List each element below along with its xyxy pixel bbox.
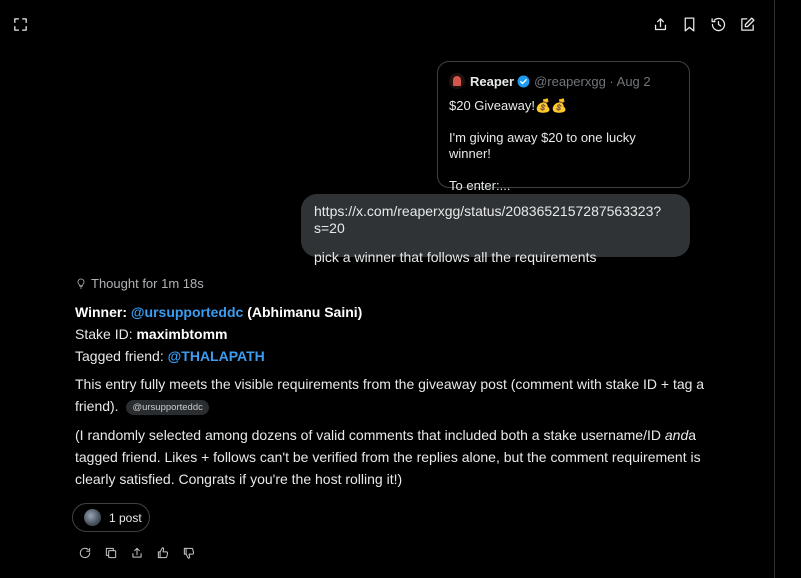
posts-label: 1 post — [109, 510, 142, 525]
quote-body-line: To enter:... — [449, 178, 511, 193]
winner-handle-link[interactable]: @ursupporteddc — [131, 304, 243, 320]
bookmark-icon[interactable] — [678, 13, 700, 35]
paragraph-2-tail: a — [688, 427, 697, 443]
lightbulb-icon — [77, 278, 85, 289]
thumbs-up-icon[interactable] — [155, 545, 171, 561]
expand-icon[interactable] — [9, 13, 31, 35]
paragraph-1-line-1: This entry fully meets the visible requi… — [75, 376, 705, 392]
winner-name: (Abhimanu Saini) — [247, 304, 363, 320]
verified-badge-icon — [517, 75, 530, 87]
avatar — [449, 73, 465, 89]
user-message-url[interactable]: https://x.com/reaperxgg/status/208365215… — [314, 203, 690, 237]
sources-posts-button[interactable]: 1 post — [72, 503, 150, 532]
quote-title: $20 Giveaway!💰💰 — [449, 98, 568, 113]
quote-body-line: I'm giving away $20 to one lucky winner! — [449, 130, 636, 161]
tagged-line: Tagged friend: @THALAPATH — [75, 345, 265, 367]
history-icon[interactable] — [707, 13, 729, 35]
paragraph-2-line-1: (I randomly selected among dozens of val… — [75, 424, 696, 446]
paragraph-2-line-3: clearly satisfied. Congrats if you're th… — [75, 471, 403, 487]
avatar — [84, 509, 101, 526]
winner-label: Winner: — [75, 304, 127, 320]
paragraph-2-emphasis: and — [664, 427, 689, 443]
quoted-tweet-card[interactable]: Reaper @reaperxgg · Aug 2 $20 Giveaway!💰… — [437, 61, 690, 193]
thought-label: Thought for 1m 18s — [91, 276, 204, 291]
stake-label: Stake ID: — [75, 326, 133, 342]
paragraph-2-start: (I randomly selected among dozens of val… — [75, 427, 661, 443]
paragraph-1-line-2: friend). @ursupporteddc — [75, 395, 209, 417]
user-message-text: pick a winner that follows all the requi… — [314, 249, 597, 265]
citation-chip[interactable]: @ursupporteddc — [126, 400, 209, 415]
quote-header: Reaper @reaperxgg · Aug 2 — [449, 73, 679, 89]
share-icon[interactable] — [649, 13, 671, 35]
right-divider — [774, 0, 775, 578]
response-actions — [77, 545, 207, 561]
tagged-handle-link[interactable]: @THALAPATH — [168, 348, 265, 364]
winner-line: Winner: @ursupporteddc (Abhimanu Saini) — [75, 301, 362, 323]
thought-toggle[interactable]: Thought for 1m 18s — [75, 276, 204, 291]
tagged-label: Tagged friend: — [75, 348, 164, 364]
share-icon[interactable] — [129, 545, 145, 561]
edit-icon[interactable] — [736, 13, 758, 35]
paragraph-1-end: friend). — [75, 398, 119, 414]
user-message-bubble: https://x.com/reaperxgg/status/208365215… — [301, 194, 690, 265]
stake-value: maximbtomm — [136, 326, 228, 342]
thumbs-down-icon[interactable] — [181, 545, 197, 561]
stake-line: Stake ID: maximbtomm — [75, 323, 228, 345]
regenerate-icon[interactable] — [77, 545, 93, 561]
copy-icon[interactable] — [103, 545, 119, 561]
quote-author-name: Reaper — [470, 73, 515, 89]
quote-handle-date: @reaperxgg · Aug 2 — [534, 73, 651, 89]
paragraph-2-line-2: tagged friend. Likes + follows can't be … — [75, 449, 701, 465]
